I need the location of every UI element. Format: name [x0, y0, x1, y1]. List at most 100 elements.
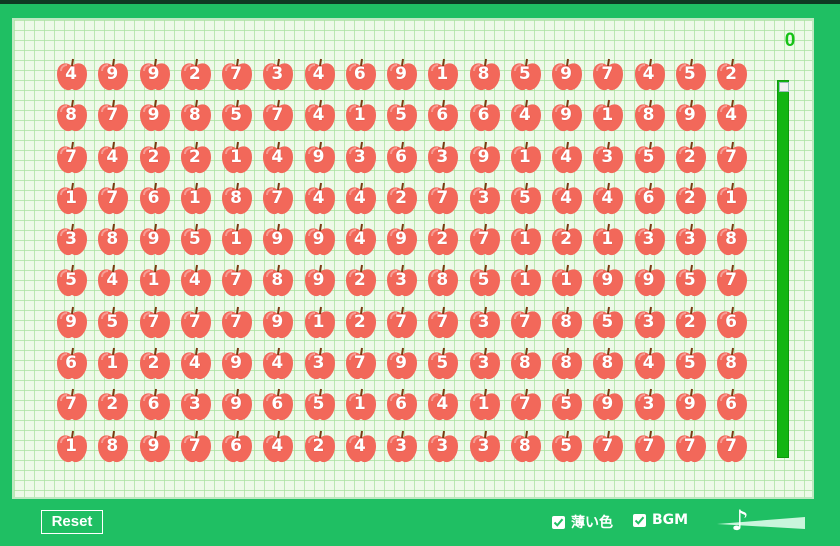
apple-cell[interactable]: 2: [671, 304, 712, 345]
reset-button[interactable]: Reset: [41, 510, 103, 534]
apple-cell[interactable]: 4: [341, 180, 382, 221]
apple-cell[interactable]: 7: [712, 428, 753, 469]
apple-cell[interactable]: 2: [712, 56, 753, 97]
apple-cell[interactable]: 3: [465, 304, 506, 345]
apple-cell[interactable]: 3: [382, 428, 423, 469]
apple-cell[interactable]: 1: [506, 262, 547, 303]
apple-cell[interactable]: 4: [176, 262, 217, 303]
apple-cell[interactable]: 7: [588, 56, 629, 97]
apple-cell[interactable]: 2: [341, 262, 382, 303]
apple-cell[interactable]: 9: [258, 221, 299, 262]
apple-cell[interactable]: 5: [671, 262, 712, 303]
apple-cell[interactable]: 1: [465, 386, 506, 427]
apple-cell[interactable]: 9: [135, 428, 176, 469]
apple-cell[interactable]: 5: [300, 386, 341, 427]
apple-cell[interactable]: 8: [588, 345, 629, 386]
apple-cell[interactable]: 1: [588, 221, 629, 262]
apple-cell[interactable]: 6: [712, 386, 753, 427]
apple-cell[interactable]: 3: [630, 221, 671, 262]
apple-cell[interactable]: 4: [630, 345, 671, 386]
apple-cell[interactable]: 5: [382, 97, 423, 138]
apple-cell[interactable]: 4: [341, 221, 382, 262]
apple-cell[interactable]: 9: [52, 304, 93, 345]
apple-cell[interactable]: 2: [382, 180, 423, 221]
apple-cell[interactable]: 8: [712, 345, 753, 386]
music-note-icon[interactable]: ♪: [731, 504, 749, 537]
apple-cell[interactable]: 6: [423, 97, 464, 138]
apple-cell[interactable]: 9: [547, 97, 588, 138]
apple-cell[interactable]: 1: [588, 97, 629, 138]
apple-cell[interactable]: 1: [93, 345, 134, 386]
apple-cell[interactable]: 1: [135, 262, 176, 303]
apple-cell[interactable]: 3: [382, 262, 423, 303]
apple-cell[interactable]: 4: [258, 139, 299, 180]
apple-cell[interactable]: 9: [217, 386, 258, 427]
apple-cell[interactable]: 1: [423, 56, 464, 97]
apple-cell[interactable]: 7: [341, 345, 382, 386]
apple-cell[interactable]: 3: [176, 386, 217, 427]
apple-cell[interactable]: 4: [300, 56, 341, 97]
apple-cell[interactable]: 4: [547, 180, 588, 221]
apple-cell[interactable]: 7: [176, 428, 217, 469]
apple-cell[interactable]: 4: [300, 97, 341, 138]
apple-cell[interactable]: 7: [382, 304, 423, 345]
apple-cell[interactable]: 8: [506, 428, 547, 469]
apple-cell[interactable]: 8: [258, 262, 299, 303]
apple-cell[interactable]: 1: [506, 221, 547, 262]
apple-cell[interactable]: 7: [217, 304, 258, 345]
apple-cell[interactable]: 9: [382, 56, 423, 97]
apple-cell[interactable]: 2: [135, 139, 176, 180]
apple-cell[interactable]: 6: [382, 386, 423, 427]
apple-cell[interactable]: 5: [93, 304, 134, 345]
apple-cell[interactable]: 4: [93, 262, 134, 303]
apple-cell[interactable]: 9: [465, 139, 506, 180]
apple-cell[interactable]: 5: [671, 56, 712, 97]
apple-cell[interactable]: 9: [93, 56, 134, 97]
apple-cell[interactable]: 7: [506, 304, 547, 345]
apple-cell[interactable]: 2: [93, 386, 134, 427]
apple-cell[interactable]: 6: [712, 304, 753, 345]
apple-cell[interactable]: 5: [547, 428, 588, 469]
apple-cell[interactable]: 3: [423, 428, 464, 469]
apple-cell[interactable]: 1: [341, 386, 382, 427]
apple-cell[interactable]: 3: [630, 304, 671, 345]
apple-cell[interactable]: 7: [588, 428, 629, 469]
apple-cell[interactable]: 1: [547, 262, 588, 303]
apple-cell[interactable]: 4: [341, 428, 382, 469]
apple-cell[interactable]: 8: [93, 428, 134, 469]
apple-cell[interactable]: 5: [506, 56, 547, 97]
apple-cell[interactable]: 3: [630, 386, 671, 427]
apple-cell[interactable]: 9: [547, 56, 588, 97]
apple-cell[interactable]: 4: [93, 139, 134, 180]
apple-cell[interactable]: 9: [671, 97, 712, 138]
apple-cell[interactable]: 1: [341, 97, 382, 138]
apple-cell[interactable]: 4: [176, 345, 217, 386]
apple-cell[interactable]: 3: [465, 180, 506, 221]
apple-cell[interactable]: 6: [217, 428, 258, 469]
apple-cell[interactable]: 7: [423, 180, 464, 221]
apple-cell[interactable]: 4: [588, 180, 629, 221]
apple-cell[interactable]: 9: [217, 345, 258, 386]
apple-cell[interactable]: 7: [671, 428, 712, 469]
apple-cell[interactable]: 8: [547, 345, 588, 386]
apple-cell[interactable]: 8: [93, 221, 134, 262]
apple-cell[interactable]: 6: [52, 345, 93, 386]
apple-cell[interactable]: 5: [506, 180, 547, 221]
apple-cell[interactable]: 3: [300, 345, 341, 386]
apple-cell[interactable]: 6: [341, 56, 382, 97]
apple-cell[interactable]: 7: [423, 304, 464, 345]
apple-cell[interactable]: 9: [135, 97, 176, 138]
apple-cell[interactable]: 1: [52, 180, 93, 221]
apple-cell[interactable]: 4: [258, 428, 299, 469]
apple-cell[interactable]: 1: [712, 180, 753, 221]
apple-cell[interactable]: 2: [671, 180, 712, 221]
apple-cell[interactable]: 5: [176, 221, 217, 262]
apple-cell[interactable]: 1: [300, 304, 341, 345]
apple-cell[interactable]: 9: [382, 221, 423, 262]
apple-cell[interactable]: 7: [258, 97, 299, 138]
apple-cell[interactable]: 3: [423, 139, 464, 180]
apple-cell[interactable]: 3: [52, 221, 93, 262]
apple-cell[interactable]: 7: [630, 428, 671, 469]
apple-cell[interactable]: 7: [52, 386, 93, 427]
apple-cell[interactable]: 7: [712, 262, 753, 303]
